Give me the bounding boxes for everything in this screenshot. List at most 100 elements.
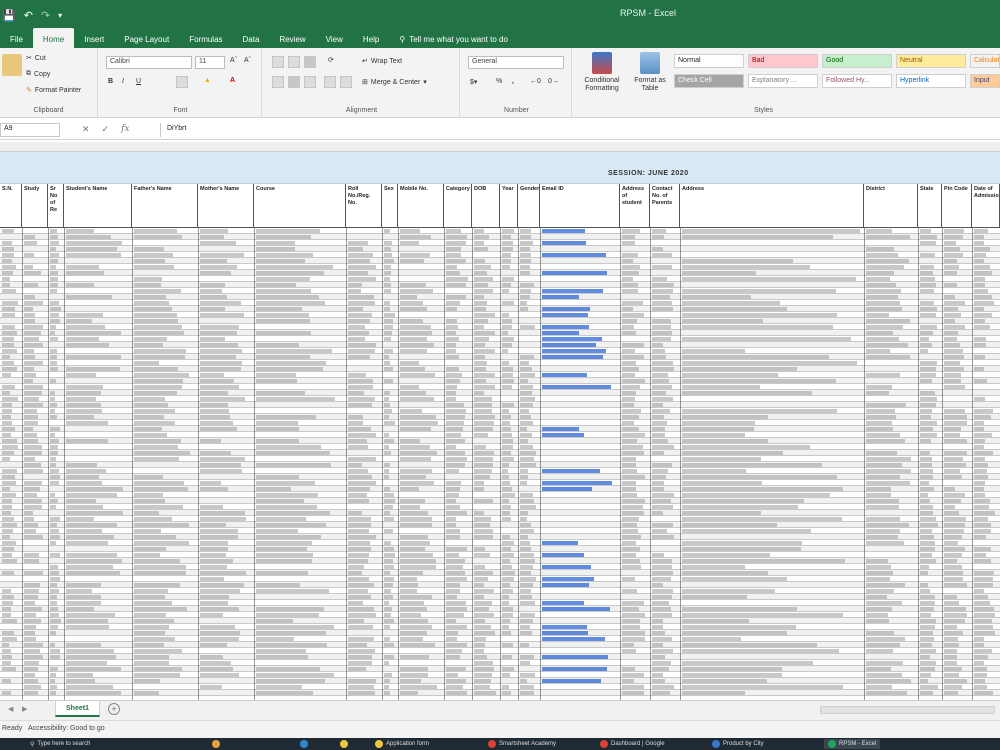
email-link-placeholder[interactable] [542, 541, 579, 545]
cell-placeholder[interactable] [24, 661, 40, 665]
cell-placeholder[interactable] [944, 529, 964, 533]
cell-placeholder[interactable] [50, 319, 60, 323]
cell-placeholder[interactable] [920, 427, 934, 431]
cell-placeholder[interactable] [866, 505, 899, 509]
cell-placeholder[interactable] [200, 439, 221, 443]
format-painter-button[interactable]: ✎ Format Painter [26, 86, 81, 95]
cell-placeholder[interactable] [66, 319, 92, 323]
email-link-placeholder[interactable] [542, 337, 603, 341]
cell-placeholder[interactable] [474, 445, 487, 449]
cell-placeholder[interactable] [520, 511, 529, 515]
cell-placeholder[interactable] [920, 487, 935, 491]
cell-placeholder[interactable] [134, 565, 186, 569]
cell-placeholder[interactable] [200, 367, 241, 371]
cell-placeholder[interactable] [920, 631, 934, 635]
cell-placeholder[interactable] [866, 493, 891, 497]
cell-placeholder[interactable] [134, 433, 167, 437]
cell-placeholder[interactable] [400, 415, 436, 419]
cell-placeholder[interactable] [384, 541, 392, 545]
cell-placeholder[interactable] [348, 589, 368, 593]
cell-placeholder[interactable] [520, 535, 529, 539]
cell-placeholder[interactable] [866, 685, 892, 689]
cell-placeholder[interactable] [866, 289, 901, 293]
cell-placeholder[interactable] [134, 343, 164, 347]
cell-placeholder[interactable] [384, 637, 391, 641]
cell-placeholder[interactable] [348, 475, 373, 479]
cell-placeholder[interactable] [24, 319, 35, 323]
cell-placeholder[interactable] [134, 283, 162, 287]
cell-placeholder[interactable] [256, 319, 311, 323]
cell-placeholder[interactable] [446, 481, 462, 485]
cell-placeholder[interactable] [134, 367, 179, 371]
cell-placeholder[interactable] [502, 235, 511, 239]
cell-placeholder[interactable] [652, 607, 671, 611]
cell-placeholder[interactable] [24, 673, 35, 677]
cell-placeholder[interactable] [348, 685, 375, 689]
cell-placeholder[interactable] [474, 595, 485, 599]
cell-placeholder[interactable] [446, 439, 466, 443]
cell-placeholder[interactable] [2, 499, 12, 503]
cell-placeholder[interactable] [400, 229, 421, 233]
cell-placeholder[interactable] [682, 517, 842, 521]
cell-placeholder[interactable] [446, 649, 463, 653]
cell-placeholder[interactable] [348, 259, 371, 263]
cell-placeholder[interactable] [200, 235, 225, 239]
cell-placeholder[interactable] [400, 373, 435, 377]
cell-placeholder[interactable] [474, 313, 496, 317]
cell-placeholder[interactable] [50, 481, 60, 485]
cell-placeholder[interactable] [652, 295, 670, 299]
cell-placeholder[interactable] [134, 301, 169, 305]
cell-placeholder[interactable] [944, 571, 963, 575]
cell-placeholder[interactable] [200, 541, 228, 545]
cell-placeholder[interactable] [502, 331, 509, 335]
cell-placeholder[interactable] [502, 511, 510, 515]
cell-placeholder[interactable] [652, 475, 667, 479]
cell-placeholder[interactable] [400, 301, 423, 305]
cell-placeholder[interactable] [520, 397, 535, 401]
cell-placeholder[interactable] [348, 469, 369, 473]
cell-placeholder[interactable] [384, 655, 394, 659]
cell-placeholder[interactable] [134, 679, 160, 683]
cell-placeholder[interactable] [974, 379, 987, 383]
cell-placeholder[interactable] [446, 277, 468, 281]
cell-placeholder[interactable] [974, 529, 991, 533]
cell-placeholder[interactable] [200, 637, 240, 641]
cell-placeholder[interactable] [2, 451, 14, 455]
cell-placeholder[interactable] [50, 289, 57, 293]
cell-placeholder[interactable] [652, 553, 665, 557]
cell-placeholder[interactable] [920, 307, 938, 311]
cell-placeholder[interactable] [66, 235, 111, 239]
cell-placeholder[interactable] [446, 565, 464, 569]
cell-placeholder[interactable] [66, 337, 100, 341]
cell-placeholder[interactable] [652, 427, 666, 431]
cell-placeholder[interactable] [2, 355, 10, 359]
cell-placeholder[interactable] [2, 667, 16, 671]
cell-placeholder[interactable] [66, 295, 112, 299]
cell-placeholder[interactable] [520, 547, 532, 551]
cell-placeholder[interactable] [50, 445, 59, 449]
cell-placeholder[interactable] [866, 355, 910, 359]
cell-placeholder[interactable] [944, 487, 956, 491]
cell-placeholder[interactable] [400, 397, 434, 401]
add-sheet-icon[interactable]: + [108, 703, 120, 715]
cell-placeholder[interactable] [2, 553, 12, 557]
italic-button[interactable]: I [122, 78, 124, 85]
cell-placeholder[interactable] [2, 493, 16, 497]
cell-placeholder[interactable] [652, 505, 674, 509]
cell-placeholder[interactable] [200, 535, 238, 539]
cell-placeholder[interactable] [348, 511, 362, 515]
cell-placeholder[interactable] [50, 589, 59, 593]
cell-placeholder[interactable] [348, 661, 373, 665]
cell-placeholder[interactable] [66, 241, 123, 245]
cell-placeholder[interactable] [622, 469, 637, 473]
cell-placeholder[interactable] [24, 655, 44, 659]
cell-placeholder[interactable] [974, 433, 993, 437]
cell-placeholder[interactable] [400, 409, 423, 413]
cell-placeholder[interactable] [256, 241, 296, 245]
cell-placeholder[interactable] [866, 517, 900, 521]
cell-placeholder[interactable] [24, 403, 44, 407]
cell-placeholder[interactable] [974, 301, 994, 305]
cell-placeholder[interactable] [520, 403, 534, 407]
cell-placeholder[interactable] [474, 277, 493, 281]
cell-placeholder[interactable] [384, 493, 394, 497]
